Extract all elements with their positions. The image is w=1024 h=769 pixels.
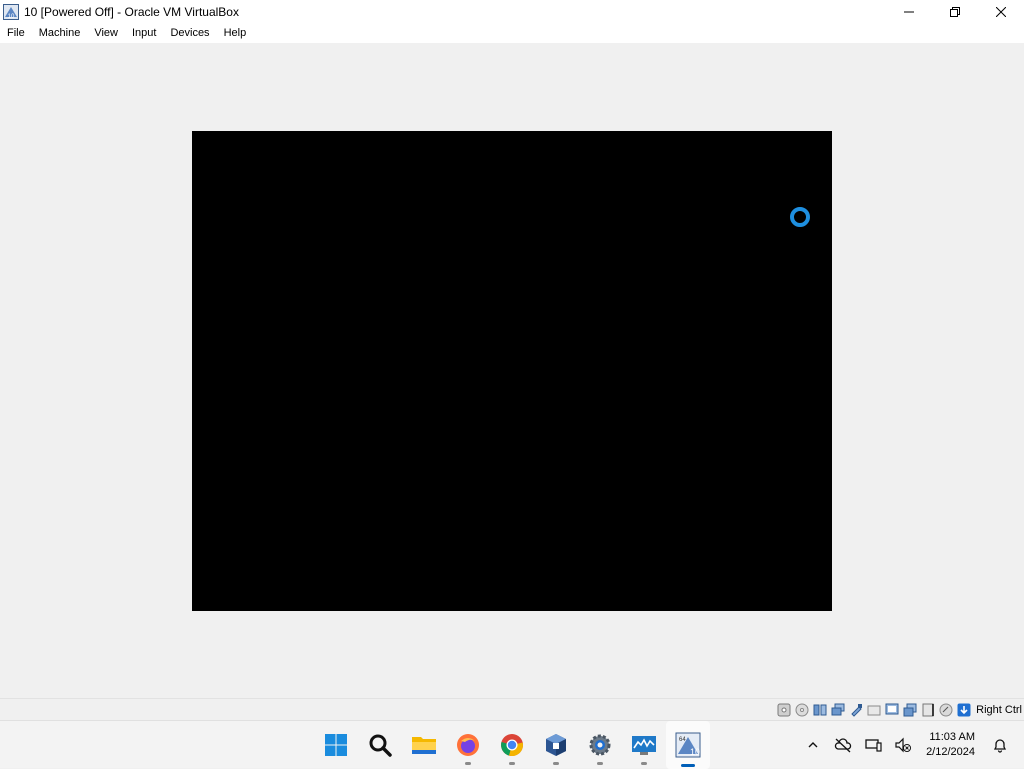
monitor-chart-icon <box>632 736 656 755</box>
svg-text:10: 10 <box>8 14 15 20</box>
file-explorer-app[interactable] <box>402 721 446 769</box>
host-key-label: Right Ctrl <box>976 704 1022 716</box>
bell-icon <box>993 739 1007 753</box>
search-button[interactable] <box>358 721 402 769</box>
clock[interactable]: 11:03 AM 2/12/2024 <box>926 730 975 760</box>
running-indicator <box>465 762 471 765</box>
vm-display-area <box>0 43 1024 698</box>
network-icon[interactable] <box>830 702 846 718</box>
window-title: 10 [Powered Off] - Oracle VM VirtualBox <box>24 4 239 19</box>
audio-icon[interactable] <box>812 702 828 718</box>
menu-input[interactable]: Input <box>125 23 163 43</box>
firefox-app[interactable] <box>446 721 490 769</box>
notification-button[interactable] <box>988 733 1012 757</box>
menu-file[interactable]: File <box>0 23 32 43</box>
vm-windows10-icon: 10 64 <box>675 732 701 758</box>
menu-view[interactable]: View <box>87 23 125 43</box>
maximize-icon <box>950 6 960 17</box>
taskbar-apps: 10 64 <box>314 721 710 769</box>
cpu-icon[interactable] <box>920 702 936 718</box>
usb-icon[interactable] <box>848 702 864 718</box>
volume-muted-icon[interactable] <box>891 733 915 757</box>
gear-icon <box>589 734 611 756</box>
shared-folders-icon[interactable] <box>866 702 882 718</box>
minimize-button[interactable] <box>886 0 932 23</box>
windows-logo-icon <box>325 734 347 756</box>
chrome-icon <box>501 734 523 757</box>
chrome-app[interactable] <box>490 721 534 769</box>
menu-devices[interactable]: Devices <box>163 23 216 43</box>
firefox-icon <box>457 734 479 756</box>
close-button[interactable] <box>978 0 1024 23</box>
settings-app[interactable] <box>578 721 622 769</box>
title-bar: 10 10 [Powered Off] - Oracle VM VirtualB… <box>0 0 1024 23</box>
vm-status-bar: Right Ctrl <box>0 698 1024 720</box>
mouse-integration-icon[interactable] <box>938 702 954 718</box>
show-hidden-icons-chevron[interactable] <box>801 733 825 757</box>
maximize-button[interactable] <box>932 0 978 23</box>
optical-drive-icon[interactable] <box>794 702 810 718</box>
running-indicator <box>553 762 559 765</box>
window-controls <box>886 0 1024 23</box>
svg-text:64: 64 <box>679 737 686 743</box>
folder-icon <box>412 737 436 754</box>
network-icon[interactable] <box>861 733 885 757</box>
virtualbox-manager-app[interactable] <box>534 721 578 769</box>
close-icon <box>996 6 1006 17</box>
minimize-icon <box>904 11 914 12</box>
display-icon[interactable] <box>884 702 900 718</box>
vm-10-app[interactable]: 10 64 <box>666 721 710 769</box>
system-tray: 11:03 AM 2/12/2024 <box>798 721 1024 769</box>
virtualbox-icon <box>546 734 566 756</box>
clock-time: 11:03 AM <box>929 731 975 743</box>
clock-date: 2/12/2024 <box>926 746 975 758</box>
running-indicator <box>641 762 647 765</box>
loading-spinner-icon <box>790 207 810 227</box>
keyboard-capture-icon[interactable] <box>956 702 972 718</box>
menu-bar: File Machine View Input Devices Help <box>0 23 1024 43</box>
vm-screen[interactable] <box>192 131 832 611</box>
status-icons: Right Ctrl <box>776 701 1022 719</box>
search-icon <box>369 734 392 757</box>
virtualbox-vm-icon[interactable]: 10 <box>3 3 19 20</box>
start-button[interactable] <box>314 721 358 769</box>
recording-icon[interactable] <box>902 702 918 718</box>
running-indicator <box>597 762 603 765</box>
menu-help[interactable]: Help <box>217 23 254 43</box>
menu-machine[interactable]: Machine <box>32 23 88 43</box>
onedrive-offline-icon[interactable] <box>831 733 855 757</box>
monitor-app[interactable] <box>622 721 666 769</box>
hard-disk-icon[interactable] <box>776 702 792 718</box>
running-indicator <box>509 762 515 765</box>
taskbar: 10 64 11:03 AM 2/12/2024 <box>0 720 1024 769</box>
svg-text:10: 10 <box>690 747 700 757</box>
active-indicator <box>681 764 695 767</box>
